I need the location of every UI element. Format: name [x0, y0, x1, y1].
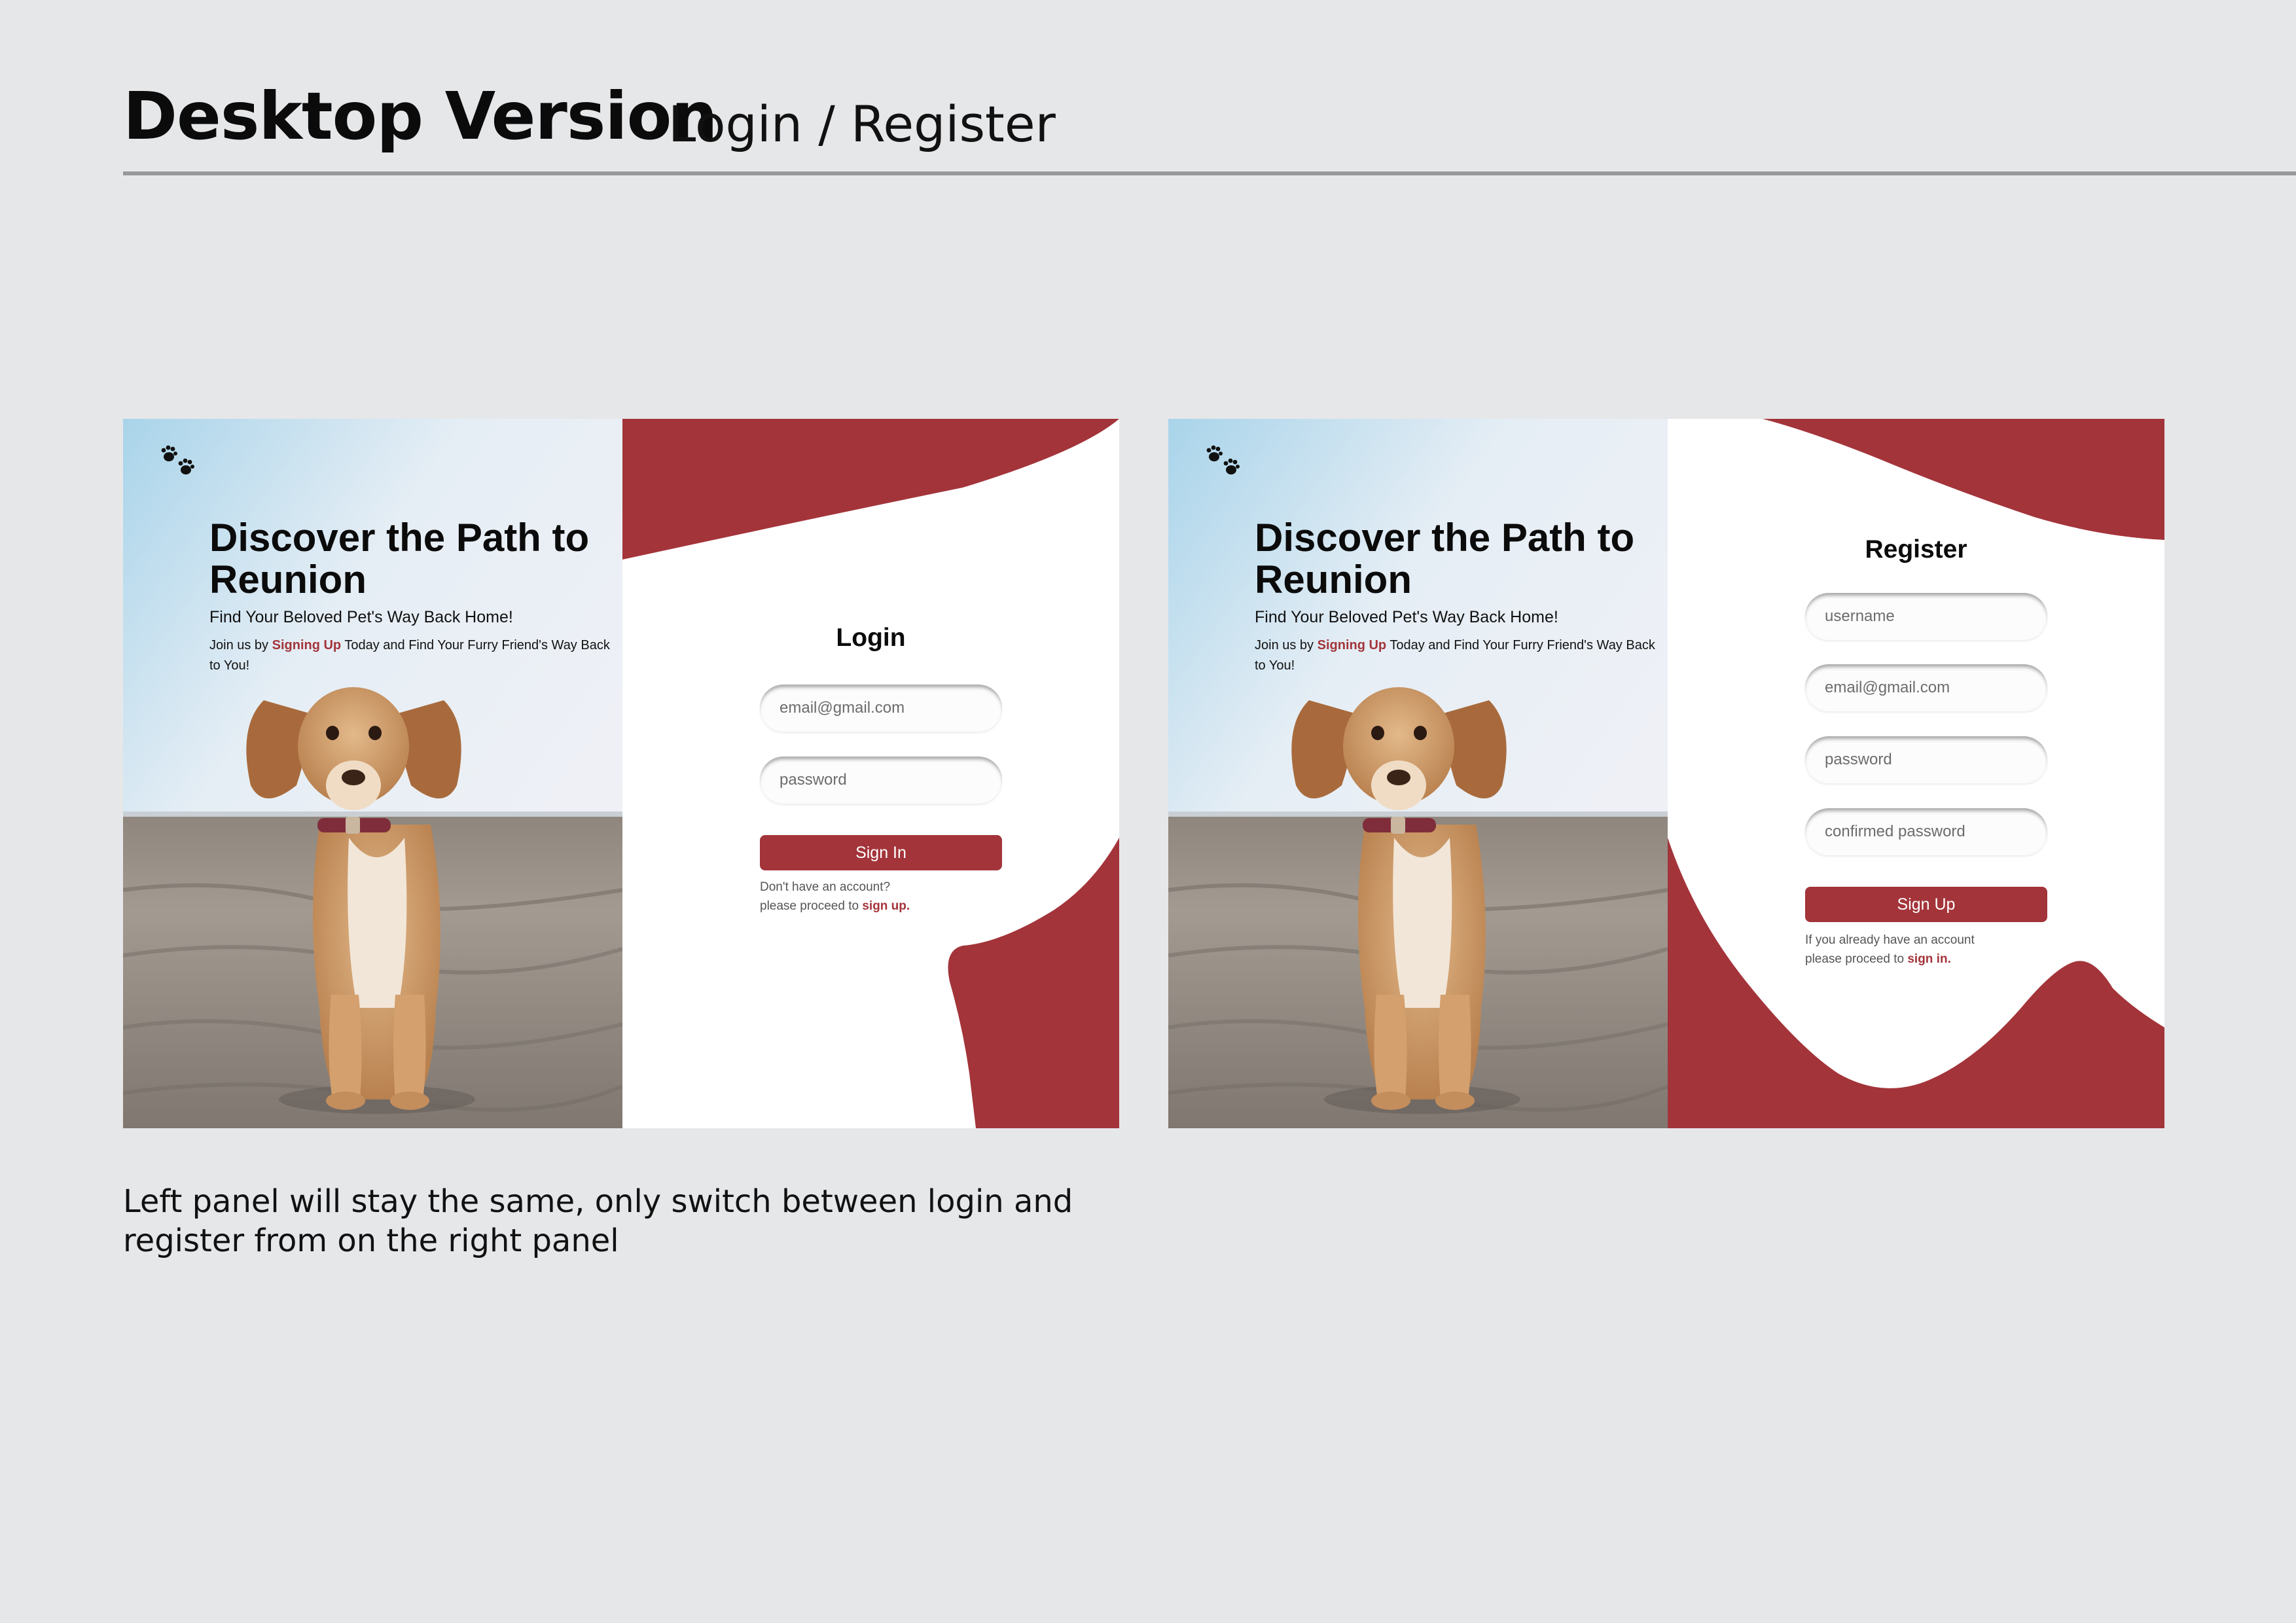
- login-hint-line2: please proceed to sign up.: [760, 897, 1061, 916]
- sign-in-link[interactable]: sign in.: [1907, 952, 1951, 966]
- register-confirm-password-input[interactable]: confirmed password: [1805, 808, 2047, 855]
- hero-subtitle: Find Your Beloved Pet's Way Back Home!: [209, 608, 513, 626]
- register-mockup: Discover the Path to Reunion Find Your B…: [1168, 419, 2164, 1128]
- login-password-input[interactable]: password: [760, 757, 1002, 804]
- hero-desc-prefix: Join us by: [209, 638, 272, 652]
- hero-title: Discover the Path to Reunion: [209, 516, 590, 601]
- login-hint: Don't have an account? please proceed to…: [760, 878, 1061, 916]
- hero-title: Discover the Path to Reunion: [1255, 516, 1635, 601]
- register-hint: If you already have an account please pr…: [1805, 931, 2106, 969]
- sign-up-link[interactable]: sign up.: [862, 899, 910, 913]
- register-hint-line2: please proceed to sign in.: [1805, 950, 2106, 969]
- hero-panel: Discover the Path to Reunion Find Your B…: [123, 419, 622, 1128]
- signing-up-link[interactable]: Signing Up: [1318, 638, 1387, 652]
- hero-description: Join us by Signing Up Today and Find You…: [1255, 635, 1660, 676]
- paw-prints-icon: [1206, 445, 1240, 474]
- caption-note: Left panel will stay the same, only swit…: [123, 1183, 1073, 1259]
- paw-prints-icon: [161, 445, 194, 474]
- heading-divider: [123, 171, 2296, 175]
- signing-up-link[interactable]: Signing Up: [272, 638, 342, 652]
- register-hint-prefix: please proceed to: [1805, 952, 1908, 966]
- register-title: Register: [1865, 535, 1967, 563]
- login-panel: Login email@gmail.com password Sign In D…: [622, 419, 1119, 1128]
- login-email-input[interactable]: email@gmail.com: [760, 685, 1002, 732]
- page-title: Desktop Version: [123, 78, 718, 154]
- sign-up-button[interactable]: Sign Up: [1805, 887, 2047, 922]
- hero-description: Join us by Signing Up Today and Find You…: [209, 635, 615, 676]
- login-hint-prefix: please proceed to: [760, 899, 863, 913]
- register-password-input[interactable]: password: [1805, 736, 2047, 783]
- register-username-input[interactable]: username: [1805, 593, 2047, 640]
- login-mockup: Discover the Path to Reunion Find Your B…: [123, 419, 1119, 1128]
- sign-in-button[interactable]: Sign In: [760, 835, 1002, 870]
- register-panel: Register username email@gmail.com passwo…: [1668, 419, 2164, 1128]
- login-hint-line1: Don't have an account?: [760, 880, 891, 894]
- hero-subtitle: Find Your Beloved Pet's Way Back Home!: [1255, 608, 1558, 626]
- register-hint-line1: If you already have an account: [1805, 933, 1975, 947]
- login-title: Login: [836, 624, 906, 652]
- hero-panel: Discover the Path to Reunion Find Your B…: [1168, 419, 1668, 1128]
- hero-desc-prefix: Join us by: [1255, 638, 1318, 652]
- register-email-input[interactable]: email@gmail.com: [1805, 664, 2047, 711]
- page-subtitle: Login / Register: [668, 95, 1056, 153]
